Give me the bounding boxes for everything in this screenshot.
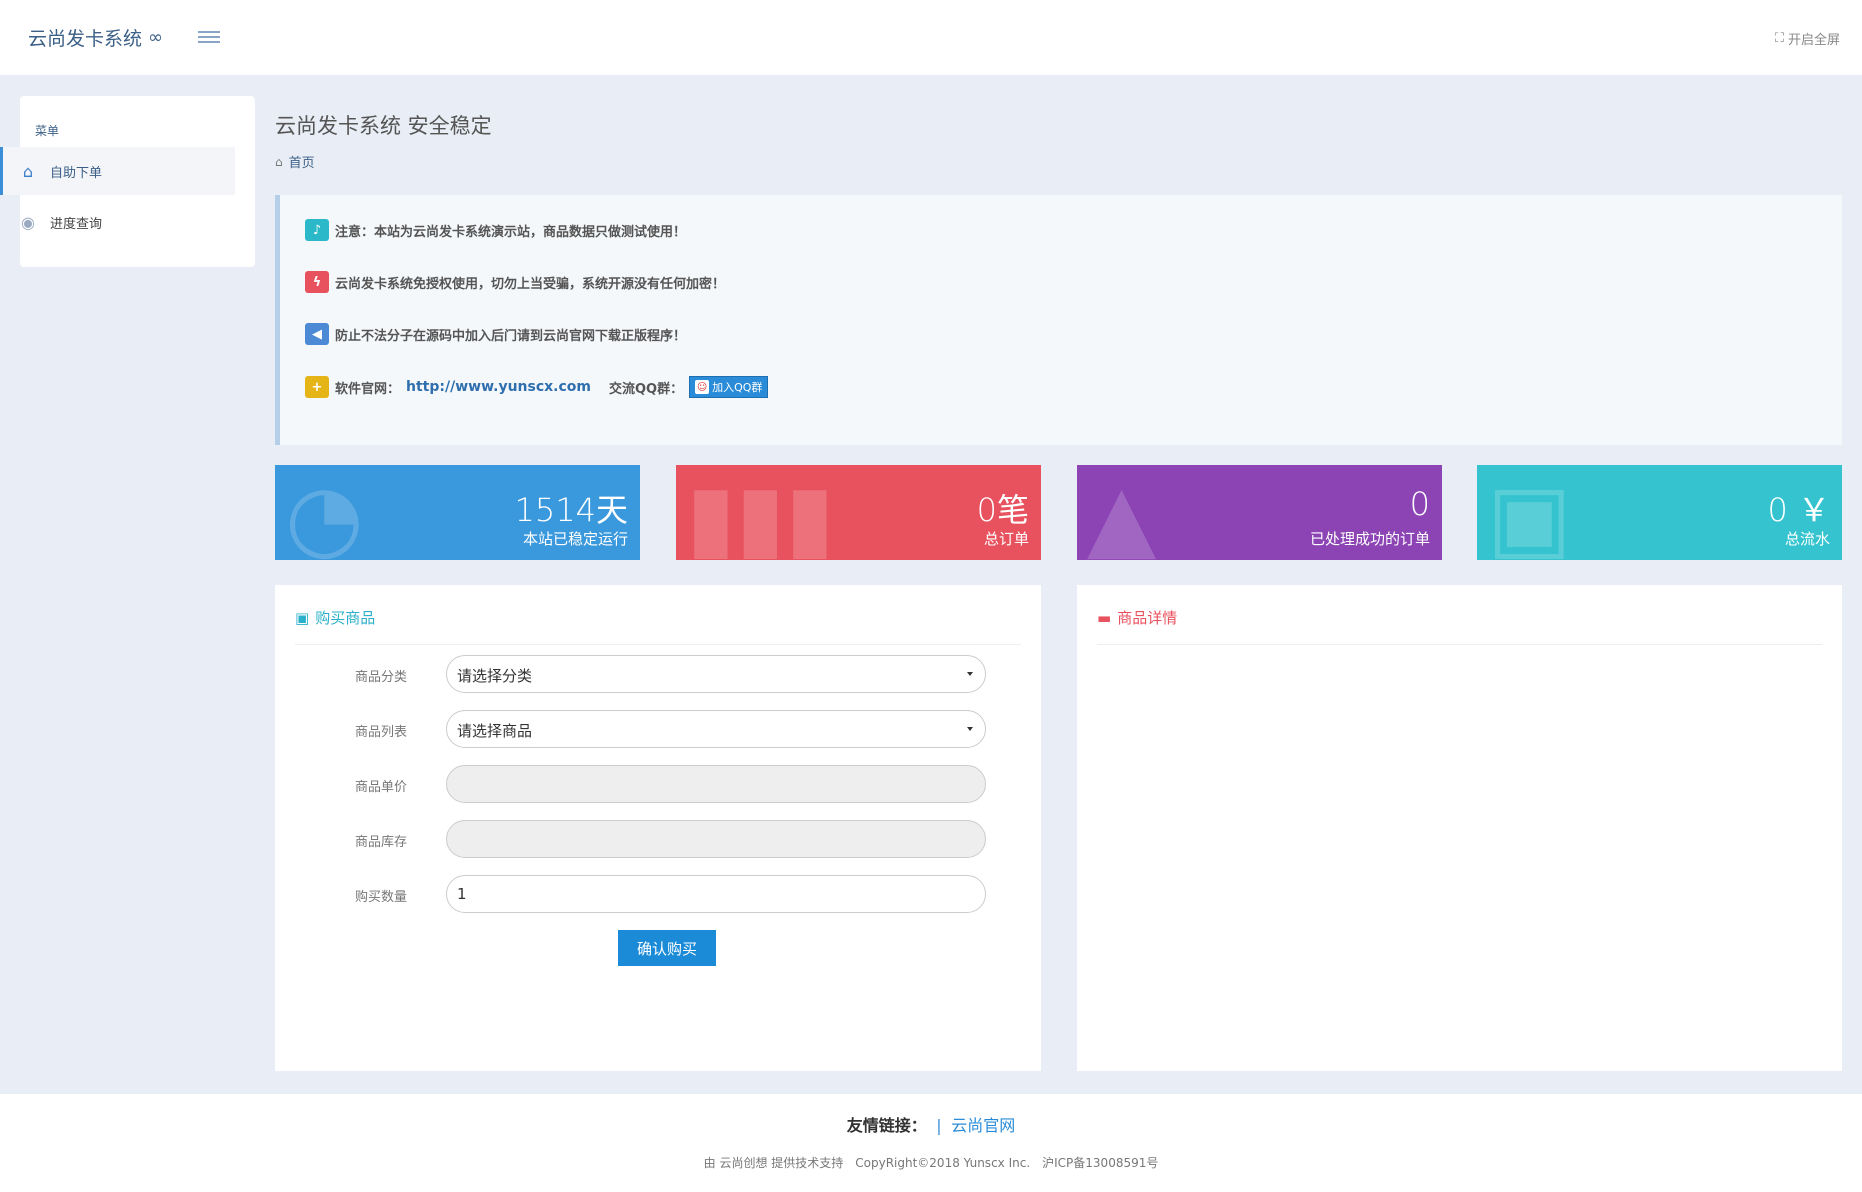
notice-text: 云尚发卡系统免授权使用，切勿上当受骗，系统开源没有任何加密！: [335, 276, 726, 292]
qty-input[interactable]: 1: [446, 875, 986, 913]
stock-row: 商品库存: [275, 820, 1035, 858]
notice-text: 防止不法分子在源码中加入后门请到云尚官网下载正版程序！: [335, 328, 687, 344]
sidebar-item-query[interactable]: ◉ 进度查询: [0, 198, 235, 246]
price-row: 商品单价: [275, 765, 1035, 803]
product-select[interactable]: 请选择商品: [446, 710, 986, 748]
stat-revenue: ▣ 0 ￥ 总流水: [1477, 465, 1842, 560]
detail-panel-title-text: 商品详情: [1117, 609, 1178, 627]
category-row: 商品分类 请选择分类: [275, 655, 1035, 693]
brand-title: 云尚发卡系统: [28, 28, 143, 50]
brand[interactable]: 云尚发卡系统 ∞: [28, 24, 163, 51]
stock-field: [446, 820, 986, 858]
stat-label: 本站已稳定运行: [522, 530, 628, 548]
stat-value: 0笔: [976, 491, 1029, 529]
detail-panel-title: ▬ 商品详情: [1097, 607, 1177, 628]
sidebar-item-label: 自助下单: [50, 165, 103, 181]
buy-panel: ▣ 购买商品 商品分类 请选择分类 商品列表 请选择商品 商品单价 商品库存 购…: [275, 585, 1041, 1071]
notice-text: 注意：本站为云尚发卡系统演示站，商品数据只做测试使用！: [335, 224, 687, 240]
category-value: 请选择分类: [457, 667, 533, 685]
category-label: 商品分类: [355, 670, 408, 685]
bolt-icon: ϟ: [305, 271, 329, 293]
plus-icon: +: [305, 376, 329, 398]
stat-orders: ▮▮▮ 0笔 总订单: [676, 465, 1041, 560]
link-yunshang[interactable]: 云尚官网: [951, 1116, 1015, 1135]
menu-toggle-icon[interactable]: [198, 28, 220, 46]
stat-success: ▲ 0 已处理成功的订单: [1077, 465, 1442, 560]
detail-panel: ▬ 商品详情: [1077, 585, 1842, 1071]
home-icon: ⌂: [22, 161, 34, 181]
thumbs-up-icon: ▲: [1087, 465, 1157, 560]
notice-line-4: + 软件官网： http://www.yunscx.com 交流QQ群： ☺ 加…: [305, 376, 769, 398]
stat-value: 0: [1409, 485, 1430, 523]
confirm-buy-button[interactable]: 确认购买: [618, 930, 716, 966]
site-label: 软件官网：: [335, 381, 401, 397]
caret-down-icon: [967, 672, 973, 676]
sidebar-item-label: 进度查询: [50, 216, 103, 232]
join-qq-button[interactable]: ☺ 加入QQ群: [689, 376, 769, 398]
bar-chart-icon: ▮▮▮: [686, 465, 835, 560]
notice-line-3: ◀ 防止不法分子在源码中加入后门请到云尚官网下载正版程序！: [305, 323, 686, 345]
sidebar-item-order[interactable]: ⌂ 自助下单: [0, 147, 235, 195]
notice-panel: ♪ 注意：本站为云尚发卡系统演示站，商品数据只做测试使用！ ϟ 云尚发卡系统免授…: [275, 195, 1842, 445]
qty-row: 购买数量 1: [275, 875, 1035, 913]
qty-label: 购买数量: [355, 890, 408, 905]
fullscreen-button[interactable]: ⛶ 开启全屏: [1775, 29, 1840, 48]
page-title: 云尚发卡系统 安全稳定: [275, 114, 492, 138]
qq-icon: ☺: [695, 380, 710, 394]
links-label: 友情链接：: [846, 1116, 927, 1135]
qq-button-label: 加入QQ群: [712, 381, 763, 394]
friend-links: 友情链接： | 云尚官网: [0, 1112, 1862, 1136]
product-row: 商品列表 请选择商品: [275, 710, 1035, 748]
credit-card-icon: ▬: [1097, 608, 1112, 627]
copyright: 由 云尚创想 提供技术支持 CopyRight©2018 Yunscx Inc.…: [703, 1156, 1159, 1170]
stat-value: 1514天: [514, 491, 628, 529]
notice-line-2: ϟ 云尚发卡系统免授权使用，切勿上当受骗，系统开源没有任何加密！: [305, 271, 725, 293]
breadcrumb[interactable]: ⌂ 首页: [275, 152, 315, 172]
stat-label: 总流水: [1784, 530, 1830, 548]
stat-uptime: ◔ 1514天 本站已稳定运行: [275, 465, 640, 560]
stat-label: 总订单: [983, 530, 1029, 548]
bell-icon: ♪: [305, 219, 329, 241]
expand-icon: ⛶: [1774, 31, 1784, 46]
product-label: 商品列表: [355, 725, 408, 740]
infinity-icon: ∞: [148, 27, 164, 48]
footer: 友情链接： | 云尚官网 由 云尚创想 提供技术支持 CopyRight©201…: [0, 1094, 1862, 1192]
qq-label: 交流QQ群：: [608, 381, 684, 397]
eye-icon: ◉: [21, 212, 35, 232]
divider: [295, 644, 1021, 645]
notice-line-1: ♪ 注意：本站为云尚发卡系统演示站，商品数据只做测试使用！: [305, 219, 686, 241]
stock-label: 商品库存: [355, 835, 408, 850]
breadcrumb-home[interactable]: 首页: [289, 152, 315, 171]
caret-down-icon: [967, 727, 973, 731]
price-label: 商品单价: [355, 780, 408, 795]
fullscreen-label: 开启全屏: [1787, 33, 1840, 48]
site-link[interactable]: http://www.yunscx.com: [406, 379, 591, 395]
product-value: 请选择商品: [457, 722, 533, 740]
buy-panel-title: ▣ 购买商品: [295, 607, 375, 628]
stat-label: 已处理成功的订单: [1309, 530, 1430, 548]
shopping-bag-icon: ▣: [295, 608, 310, 627]
category-select[interactable]: 请选择分类: [446, 655, 986, 693]
bullhorn-icon: ◀: [305, 323, 329, 345]
price-field: [446, 765, 986, 803]
sidebar-heading: 菜单: [35, 124, 60, 138]
top-bar: 云尚发卡系统 ∞ ⛶ 开启全屏: [0, 0, 1862, 75]
money-icon: ▣: [1487, 465, 1573, 560]
home-icon: ⌂: [275, 154, 283, 169]
gauge-icon: ◔: [285, 465, 364, 560]
stat-value: 0 ￥: [1767, 491, 1830, 529]
links-separator: |: [936, 1116, 942, 1135]
divider: [1097, 644, 1822, 645]
buy-panel-title-text: 购买商品: [315, 609, 376, 627]
